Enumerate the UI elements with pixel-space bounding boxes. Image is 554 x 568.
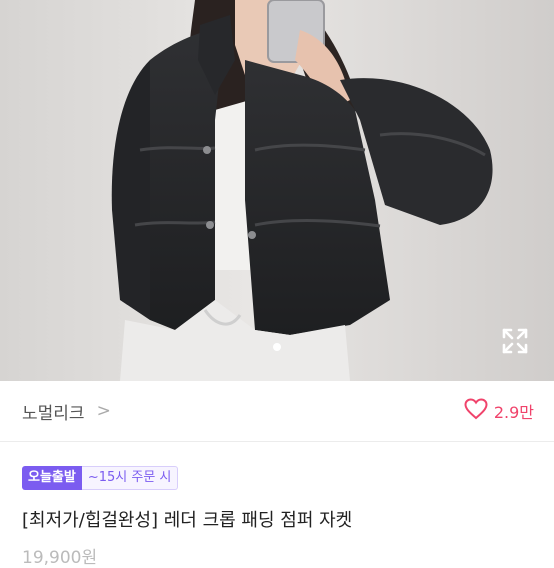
like-count: 2.9만	[493, 403, 534, 422]
product-title: [최저가/힙걸완성] 레더 크롭 패딩 점퍼 자켓	[22, 510, 353, 531]
same-day-badge: 오늘출발	[22, 466, 82, 490]
heart-icon[interactable]	[464, 398, 488, 424]
product-price: 19,900원	[22, 548, 98, 568]
order-cutoff-label: ~15시 주문 시	[81, 466, 179, 490]
delivery-badge: 오늘출발 ~15시 주문 시	[22, 466, 179, 490]
carousel-dot-active[interactable]	[273, 343, 281, 351]
shop-row: 노멀리크 > 2.9만	[0, 381, 554, 442]
expand-icon[interactable]	[500, 326, 530, 356]
product-photo-illustration	[0, 0, 554, 381]
product-info: 오늘출발 ~15시 주문 시 [최저가/힙걸완성] 레더 크롭 패딩 점퍼 자켓…	[0, 443, 554, 568]
product-image[interactable]	[0, 0, 554, 381]
chevron-right-icon: >	[96, 401, 111, 421]
carousel-dots	[0, 343, 554, 353]
like-button[interactable]: 2.9만	[464, 398, 534, 424]
shop-name[interactable]: 노멀리크	[22, 399, 85, 424]
shop-link[interactable]: 노멀리크 >	[22, 399, 111, 424]
